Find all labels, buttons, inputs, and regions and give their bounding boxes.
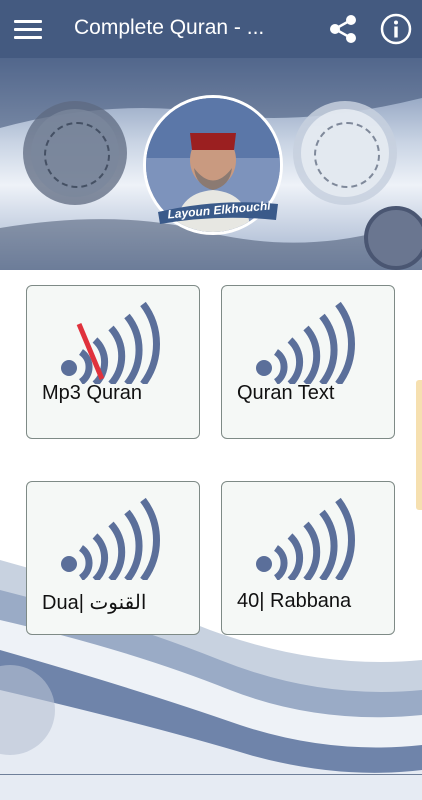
bottom-divider [0, 774, 422, 775]
app-bar: Complete Quran - ... [0, 0, 422, 58]
broadcast-icon [256, 301, 355, 384]
broadcast-icon [61, 497, 160, 580]
rabbana-card[interactable]: 40| Rabbana [221, 481, 395, 635]
quran-calligraphy-right [314, 122, 380, 188]
broadcast-icon [256, 497, 355, 580]
quran-calligraphy-left [44, 122, 110, 188]
quran-text-card[interactable]: Quran Text [221, 285, 395, 439]
hamburger-menu-icon[interactable] [14, 17, 44, 41]
share-icon[interactable] [326, 12, 360, 46]
dua-qunut-card[interactable]: Dua| القنوت [26, 481, 200, 635]
main-content: Mp3 Quran Quran Text Dua| القنوت 40| Rab… [0, 270, 422, 800]
card-label: Dua| القنوت [42, 592, 147, 614]
reciter-banner: Layoun Elkhouchi [0, 58, 422, 270]
mp3-broadcast-icon [61, 301, 160, 384]
card-label: Quran Text [237, 382, 335, 404]
card-label: 40| Rabbana [237, 590, 352, 612]
card-label: Mp3 Quran [42, 382, 143, 404]
floating-knob-button[interactable] [364, 206, 422, 270]
side-drawer-handle[interactable] [416, 380, 422, 510]
info-icon[interactable] [379, 12, 413, 46]
mp3-quran-card[interactable]: Mp3 Quran [26, 285, 200, 439]
app-title: Complete Quran - ... [74, 16, 265, 39]
